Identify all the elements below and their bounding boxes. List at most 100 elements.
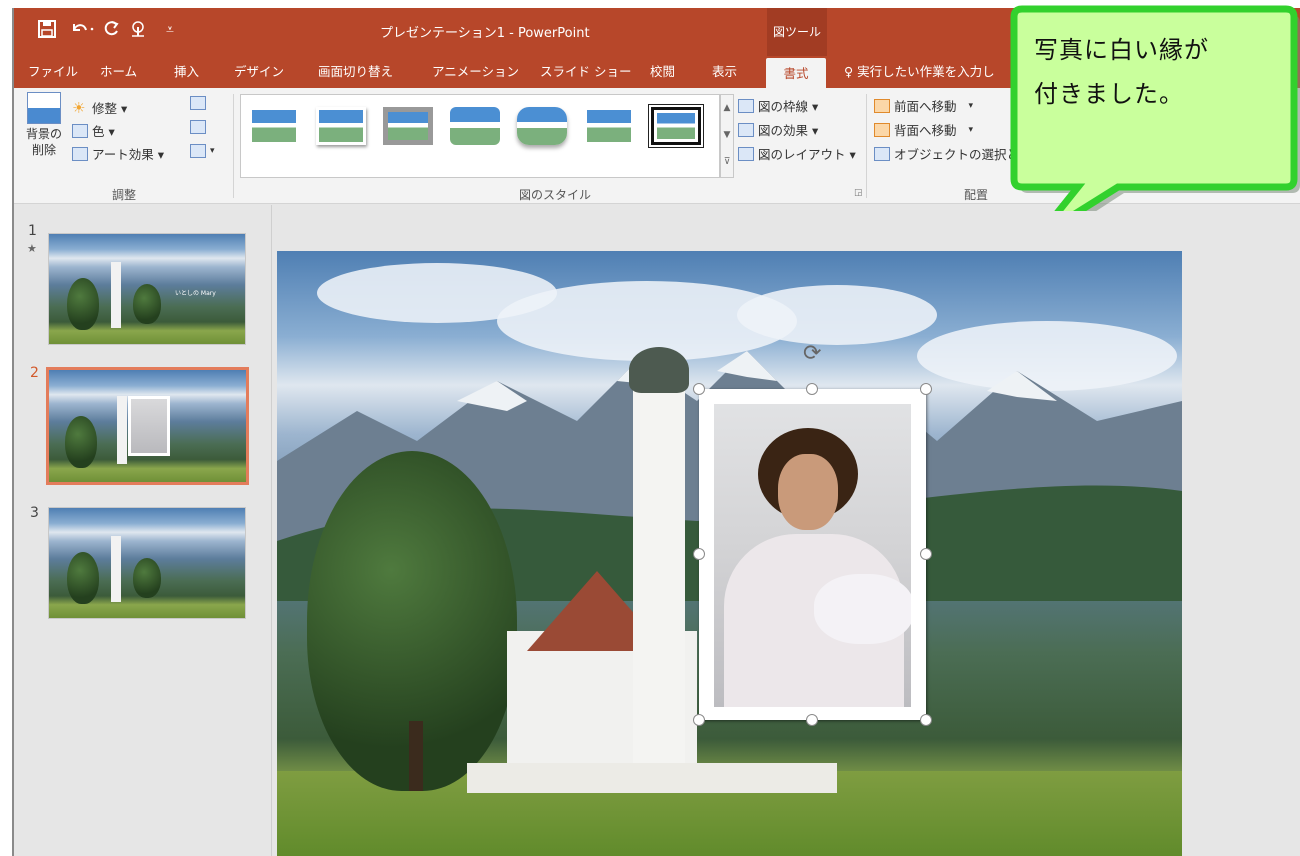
style-preview [388, 112, 428, 140]
tab-animations[interactable]: アニメーション [426, 56, 525, 88]
color-button[interactable]: 色 ▾ [72, 121, 115, 140]
group-divider [233, 94, 234, 198]
color-label: 色 ▾ [92, 124, 115, 139]
artistic-effects-icon [72, 146, 88, 161]
artistic-effects-button[interactable]: アート効果 ▾ [72, 144, 164, 163]
picture-border-button[interactable]: 図の枠線 ▾ [738, 96, 818, 115]
slide-number: 1 [28, 223, 37, 239]
photo-baby [814, 574, 911, 644]
picture-effects-button[interactable]: 図の効果 ▾ [738, 120, 818, 139]
resize-handle-w[interactable] [693, 548, 705, 560]
picture-border-label: 図の枠線 ▾ [758, 99, 819, 114]
send-backward-button[interactable]: 背面へ移動 ▾ [874, 120, 973, 139]
resize-handle-nw[interactable] [693, 383, 705, 395]
style-thumbnail-3[interactable] [383, 107, 433, 145]
slide-number: 3 [30, 505, 39, 521]
slide-editor: ⟳ [273, 205, 1300, 856]
slide-canvas[interactable]: ⟳ [277, 251, 1182, 856]
thumbnail-caption: いとしの Mary [175, 290, 216, 297]
tab-home[interactable]: ホーム [94, 56, 143, 88]
resize-handle-sw[interactable] [693, 714, 705, 726]
church-tower [633, 381, 685, 771]
tab-review[interactable]: 校閲 [644, 56, 681, 88]
thumbnail-tree [65, 416, 97, 468]
picture-border-icon [738, 98, 754, 113]
picture-layout-button[interactable]: 図のレイアウト ▾ [738, 144, 856, 163]
lightbulb-icon: ♀ [844, 64, 854, 79]
change-picture-icon [190, 120, 206, 134]
thumbnail-church [111, 536, 121, 602]
color-icon [72, 123, 88, 138]
scroll-down-icon[interactable]: ▼ [721, 122, 733, 149]
style-preview [450, 107, 500, 145]
resize-handle-e[interactable] [920, 548, 932, 560]
style-thumbnail-7-selected[interactable] [649, 105, 703, 147]
touch-mode-icon[interactable] [128, 20, 148, 43]
corrections-button[interactable]: ☀ 修整 ▾ [72, 98, 127, 117]
corrections-label: 修整 ▾ [92, 101, 128, 116]
style-thumbnail-4[interactable] [450, 107, 500, 145]
picture-layout-icon [738, 146, 754, 161]
change-picture-button[interactable] [190, 120, 206, 134]
dropdown-arrow-icon: ▾ [210, 146, 215, 156]
style-preview [252, 110, 296, 142]
tell-me-search[interactable]: ♀ 実行したい作業を入力し [844, 56, 995, 88]
scroll-up-icon[interactable]: ▲ [721, 95, 733, 122]
undo-icon[interactable] [70, 20, 96, 43]
redo-icon[interactable] [102, 20, 120, 43]
artistic-effects-label: アート効果 ▾ [92, 147, 164, 162]
tab-view[interactable]: 表示 [706, 56, 743, 88]
style-thumbnail-5[interactable] [517, 107, 567, 145]
bring-forward-label: 前面へ移動 [894, 99, 957, 114]
arrange-group-label: 配置 [964, 188, 989, 202]
resize-handle-se[interactable] [920, 714, 932, 726]
slide-thumbnail-3[interactable] [48, 507, 246, 619]
framed-picture-selected[interactable] [699, 389, 926, 720]
slide-thumbnail-1[interactable]: いとしの Mary [48, 233, 246, 345]
resize-handle-n[interactable] [806, 383, 818, 395]
style-thumbnail-6[interactable] [584, 107, 634, 145]
picture-effects-icon [738, 122, 754, 137]
slide-thumbnail-2-selected[interactable] [46, 367, 249, 485]
style-preview [657, 113, 695, 139]
sun-icon: ☀ [72, 98, 86, 117]
customize-qat-icon[interactable]: ⩡ [166, 20, 174, 40]
thumbnail-tree [67, 552, 99, 604]
selection-pane-button[interactable]: オブジェクトの選択と [874, 144, 1019, 163]
tab-transitions[interactable]: 画面切り替え [312, 56, 399, 88]
gallery-scroll[interactable]: ▲ ▼ ⊽ [720, 94, 734, 178]
adjust-group-label: 調整 [112, 188, 137, 202]
photo-face [778, 454, 838, 530]
thumbnail-tree [67, 278, 99, 330]
tell-me-text: 実行したい作業を入力し [857, 64, 995, 79]
save-icon[interactable] [38, 20, 56, 43]
picture-effects-label: 図の効果 ▾ [758, 123, 819, 138]
tab-format[interactable]: 書式 [766, 58, 826, 88]
bring-forward-button[interactable]: 前面へ移動 ▾ [874, 96, 973, 115]
tab-file[interactable]: ファイル [22, 56, 84, 88]
selection-pane-label: オブジェクトの選択と [894, 147, 1020, 162]
compress-pictures-button[interactable] [190, 96, 206, 110]
more-styles-icon[interactable]: ⊽ [721, 149, 733, 176]
tab-slideshow[interactable]: スライド ショー [534, 56, 637, 88]
rotate-handle-icon[interactable]: ⟳ [803, 343, 821, 365]
tab-design[interactable]: デザイン [228, 56, 290, 88]
compress-icon [190, 96, 206, 110]
remove-background-button[interactable]: 背景の 削除 [22, 92, 66, 158]
group-divider [866, 94, 867, 198]
style-thumbnail-2[interactable] [316, 107, 366, 145]
dialog-launcher-icon[interactable]: ◲ [854, 188, 863, 198]
style-thumbnail-1[interactable] [249, 107, 299, 145]
style-preview [319, 110, 363, 142]
dropdown-arrow-icon: ▾ [968, 124, 974, 135]
resize-handle-ne[interactable] [920, 383, 932, 395]
picture-tools-header: 図ツール [767, 8, 827, 56]
reset-picture-icon [190, 144, 206, 158]
reset-picture-button[interactable]: ▾ [190, 144, 215, 158]
selection-pane-icon [874, 146, 890, 161]
remove-background-label: 背景の 削除 [25, 127, 62, 157]
tab-insert[interactable]: 挿入 [168, 56, 205, 88]
resize-handle-s[interactable] [806, 714, 818, 726]
tree-trunk [409, 721, 423, 791]
slide-thumbnails-pane: 1 ★ いとしの Mary 2 3 [14, 205, 272, 856]
